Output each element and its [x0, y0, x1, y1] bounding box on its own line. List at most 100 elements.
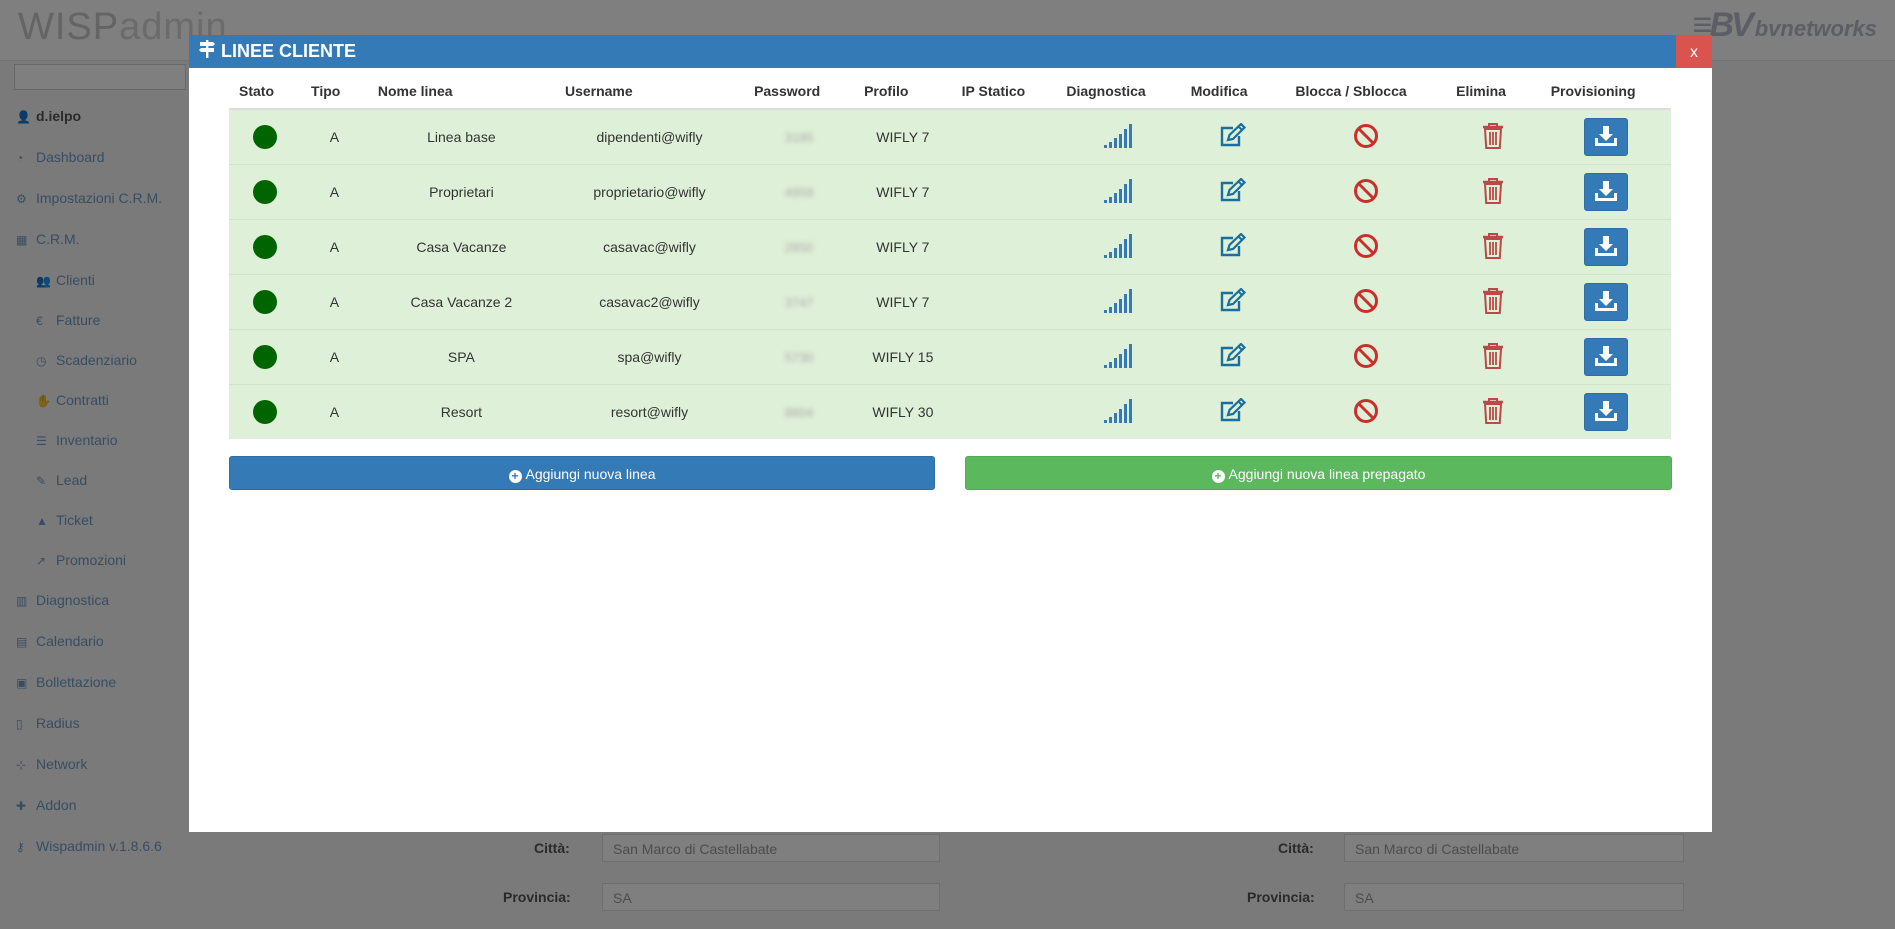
- trash-icon[interactable]: [1482, 342, 1504, 372]
- tipo-cell: A: [301, 274, 368, 330]
- table-row: A Casa Vacanze casavac@wifly 2850 WIFLY 7: [229, 219, 1671, 275]
- download-icon: [1594, 126, 1618, 150]
- tipo-cell: A: [301, 384, 368, 439]
- modal-title-text: LINEE CLIENTE: [221, 41, 357, 61]
- status-active-icon: [253, 345, 278, 369]
- nome-linea-cell: Resort: [367, 384, 555, 439]
- provisioning-button[interactable]: [1583, 393, 1628, 431]
- elimina-cell: [1446, 108, 1541, 165]
- elimina-cell: [1446, 164, 1541, 220]
- block-icon[interactable]: [1353, 233, 1379, 262]
- profilo-cell: WIFLY 30: [854, 384, 952, 439]
- provisioning-button[interactable]: [1583, 118, 1628, 156]
- diagnostica-cell: [1056, 164, 1181, 220]
- trash-icon[interactable]: [1482, 177, 1504, 207]
- diagnostica-cell: [1056, 274, 1181, 330]
- modal-header: LINEE CLIENTE x: [189, 35, 1712, 68]
- edit-icon[interactable]: [1219, 176, 1247, 207]
- modifica-cell: [1180, 108, 1286, 165]
- provisioning-cell: [1540, 274, 1671, 330]
- edit-icon[interactable]: [1219, 231, 1247, 262]
- status-active-icon: [253, 180, 278, 204]
- password-cell: 2850: [744, 219, 855, 275]
- status-cell: [229, 329, 302, 385]
- nome-linea-cell: Linea base: [367, 108, 555, 165]
- blocca-cell: [1285, 274, 1447, 330]
- password-cell: 3185: [744, 108, 855, 165]
- linee-cliente-modal: LINEE CLIENTE x Stato Tipo Nome linea Usern…: [189, 35, 1712, 832]
- edit-icon[interactable]: [1219, 286, 1247, 317]
- download-icon: [1594, 291, 1618, 315]
- provisioning-button[interactable]: [1583, 283, 1628, 321]
- block-icon[interactable]: [1353, 123, 1379, 152]
- add-prepaid-line-button[interactable]: + Aggiungi nuova linea prepagato: [965, 456, 1672, 490]
- signal-icon[interactable]: [1103, 233, 1134, 262]
- table-header-row: Stato Tipo Nome linea Username Password Profi…: [229, 74, 1671, 110]
- plus-circle-icon: +: [508, 470, 522, 483]
- column-header-nome-linea: Nome linea: [367, 74, 555, 110]
- nome-linea-cell: Casa Vacanze: [367, 219, 555, 275]
- password-masked: 3747: [784, 295, 814, 310]
- ip-statico-cell: [951, 164, 1057, 220]
- password-cell: 4959: [744, 164, 855, 220]
- profilo-cell: WIFLY 7: [854, 164, 952, 220]
- provisioning-cell: [1540, 108, 1671, 165]
- status-cell: [229, 274, 302, 330]
- block-icon[interactable]: [1353, 178, 1379, 207]
- password-masked: 8804: [784, 405, 814, 420]
- block-icon[interactable]: [1353, 398, 1379, 427]
- download-icon: [1594, 236, 1618, 260]
- signal-icon[interactable]: [1103, 398, 1134, 427]
- column-header-password: Password: [744, 74, 855, 110]
- status-cell: [229, 219, 302, 275]
- trash-icon[interactable]: [1482, 287, 1504, 317]
- trash-icon[interactable]: [1482, 232, 1504, 262]
- edit-icon[interactable]: [1219, 341, 1247, 372]
- username-cell: dipendenti@wifly: [554, 108, 745, 165]
- status-active-icon: [253, 400, 278, 424]
- status-active-icon: [253, 290, 278, 314]
- profilo-cell: WIFLY 7: [854, 219, 952, 275]
- status-cell: [229, 108, 302, 165]
- column-header-ip-statico: IP Statico: [951, 74, 1057, 110]
- password-masked: 3185: [784, 130, 814, 145]
- provisioning-button[interactable]: [1583, 173, 1628, 211]
- column-header-diagnostica: Diagnostica: [1056, 74, 1181, 110]
- add-line-button[interactable]: + Aggiungi nuova linea: [229, 456, 935, 490]
- close-button[interactable]: x: [1676, 35, 1712, 68]
- block-icon[interactable]: [1353, 288, 1379, 317]
- edit-icon[interactable]: [1219, 396, 1247, 427]
- signal-icon[interactable]: [1103, 343, 1134, 372]
- provisioning-button[interactable]: [1583, 338, 1628, 376]
- provisioning-cell: [1540, 219, 1671, 275]
- modifica-cell: [1180, 329, 1286, 385]
- edit-icon[interactable]: [1219, 121, 1247, 152]
- ip-statico-cell: [951, 274, 1057, 330]
- nome-linea-cell: Proprietari: [367, 164, 555, 220]
- blocca-cell: [1285, 384, 1447, 439]
- trash-icon[interactable]: [1482, 397, 1504, 427]
- status-cell: [229, 164, 302, 220]
- signal-icon[interactable]: [1103, 288, 1134, 317]
- provisioning-cell: [1540, 164, 1671, 220]
- signal-icon[interactable]: [1103, 178, 1134, 207]
- trash-icon[interactable]: [1482, 122, 1504, 152]
- modifica-cell: [1180, 219, 1286, 275]
- password-masked: 2850: [784, 240, 814, 255]
- elimina-cell: [1446, 274, 1541, 330]
- column-header-provisioning: Provisioning: [1540, 74, 1671, 110]
- profilo-cell: WIFLY 7: [854, 274, 952, 330]
- tipo-cell: A: [301, 164, 368, 220]
- table-row: A Linea base dipendenti@wifly 3185 WIFLY 7: [229, 108, 1671, 165]
- block-icon[interactable]: [1353, 343, 1379, 372]
- download-icon: [1594, 346, 1618, 370]
- download-icon: [1594, 181, 1618, 205]
- password-masked: 5730: [784, 350, 814, 365]
- status-active-icon: [253, 125, 278, 149]
- provisioning-cell: [1540, 384, 1671, 439]
- lines-table: Stato Tipo Nome linea Username Password Profi…: [229, 74, 1671, 439]
- provisioning-button[interactable]: [1583, 228, 1628, 266]
- signal-icon[interactable]: [1103, 123, 1134, 152]
- elimina-cell: [1446, 384, 1541, 439]
- modal-title: LINEE CLIENTE: [199, 35, 356, 68]
